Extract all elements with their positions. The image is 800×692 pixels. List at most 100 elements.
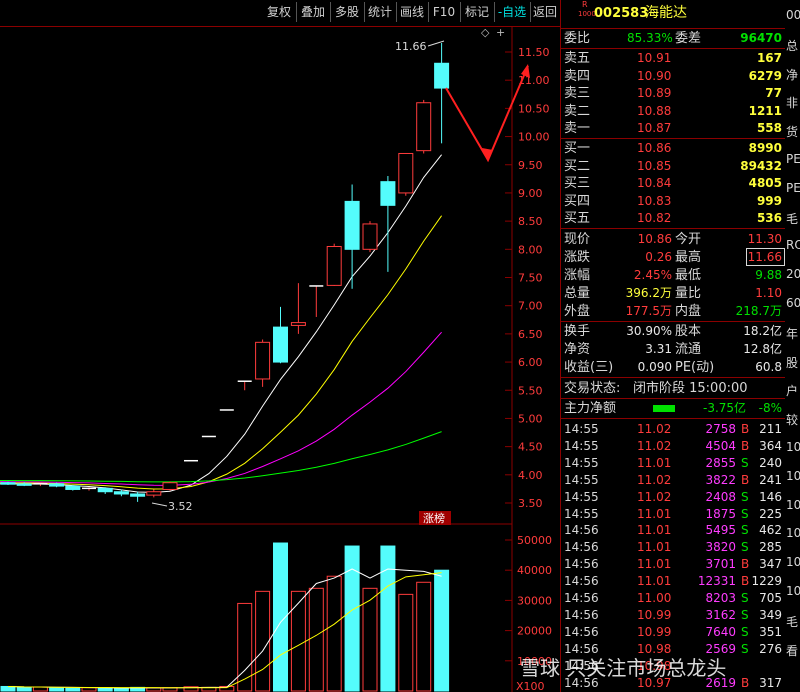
back-button[interactable]: 返回 — [530, 2, 560, 22]
volume-bar — [97, 687, 113, 692]
tick-row: 14:55 11.02 2408 S 146 — [564, 489, 782, 504]
watermark: 雪球 只关注市场总龙头 — [520, 656, 727, 680]
diamond-icon[interactable]: ◇ — [481, 26, 490, 39]
bid-level-4: 买四 10.83 999 — [564, 193, 782, 209]
plus-icon[interactable]: + — [496, 26, 505, 39]
volume-bar — [49, 687, 65, 692]
side-label: 年 — [786, 326, 799, 341]
side-label: 10 — [786, 584, 800, 598]
kline-chart[interactable]: 11.5011.0010.5010.009.509.008.508.007.50… — [0, 26, 560, 692]
volume-bar — [416, 581, 432, 692]
stock-badge-top: R — [582, 0, 588, 9]
high-price-label: 11.66 — [395, 40, 427, 53]
side-label: 10 — [786, 497, 800, 512]
arrow-head-down — [482, 148, 493, 162]
price-tick-label: 6.50 — [518, 328, 543, 341]
volume-bar — [380, 545, 396, 692]
watchlist-button[interactable]: -自选 — [494, 2, 531, 22]
volume-bar — [65, 687, 81, 692]
annotation-arrow — [445, 65, 529, 163]
ask-level-3: 卖三 10.89 77 — [564, 86, 782, 102]
stats-row-2: 收益(三) 0.090 PE(动) 60.8 — [564, 360, 782, 375]
high-value-box — [746, 248, 785, 266]
volume-bar — [398, 593, 414, 692]
tick-row: 14:56 10.99 7640 S 351 — [564, 624, 782, 639]
stock-header: R 1000 002583 海能达 — [561, 0, 786, 23]
candle-body — [97, 487, 113, 493]
candle-body — [416, 102, 432, 152]
candle-body — [0, 482, 16, 485]
price-tick-label: 6.00 — [518, 356, 543, 369]
price-tick-label: 8.00 — [518, 243, 543, 256]
multi-stock-button[interactable]: 多股 — [330, 2, 365, 22]
volume-bar — [0, 685, 16, 692]
volume-bar — [434, 569, 450, 692]
candle-body — [255, 341, 271, 380]
bid-level-1: 买一 10.86 8990 — [564, 141, 782, 156]
rank-tag: 涨榜 — [423, 511, 445, 525]
candle-body — [362, 223, 378, 250]
side-label: 00 — [786, 8, 800, 22]
volume-bar — [290, 590, 306, 692]
tick-row: 14:56 10.99 3162 S 349 — [564, 607, 782, 622]
draw-line-button[interactable]: 画线 — [396, 2, 429, 22]
side-label: 货 — [786, 125, 799, 140]
quote-panel: R 1000 002583 海能达 委比 85.33% 委差 96470 交易状… — [560, 0, 786, 692]
side-label: PE — [786, 180, 800, 195]
chart-toolbar: 复权 叠加 多股 统计 画线 F10 标记 -自选 返回 — [0, 0, 560, 27]
mark-button[interactable]: 标记 — [460, 2, 495, 22]
ask-level-2: 卖二 10.88 1211 — [564, 103, 782, 119]
side-label: PE — [786, 152, 800, 166]
volume-bar — [146, 687, 162, 692]
ma60-line — [0, 431, 442, 483]
candle-body — [273, 326, 288, 363]
volume-bar — [32, 686, 48, 692]
ask-level-1: 卖一 10.87 558 — [564, 121, 782, 137]
volume-bar — [326, 575, 342, 692]
stock-code: 002583 — [594, 6, 649, 21]
price-tick-label: 3.50 — [518, 497, 543, 510]
price-tick-label: 5.50 — [518, 384, 543, 397]
stats-button[interactable]: 统计 — [364, 2, 397, 22]
side-label: 净 — [786, 67, 799, 82]
price-tick-label: 11.50 — [518, 46, 550, 59]
side-label: 10 — [786, 555, 800, 570]
side-label: 毛 — [786, 211, 799, 226]
candles — [0, 42, 450, 502]
stock-name: 海能达 — [645, 5, 687, 21]
candle-body — [380, 181, 396, 206]
main-capital-row: 主力净额 -3.75亿 -8% — [564, 401, 782, 416]
volume-bar — [362, 587, 378, 692]
f10-button[interactable]: F10 — [428, 2, 461, 22]
overlay-button[interactable]: 叠加 — [296, 2, 331, 22]
volume-bar — [113, 687, 129, 692]
ask-level-5: 卖五 10.91 167 — [564, 51, 782, 66]
candle-body — [65, 485, 81, 490]
side-label: 10 — [786, 526, 800, 541]
low-pointer — [151, 502, 168, 507]
volume-tick-label: 40000 — [517, 564, 552, 577]
candle-body — [146, 491, 162, 496]
side-label: 10 — [786, 440, 800, 454]
quote-row-2: 涨幅 2.45% 最低 9.88 — [564, 268, 782, 283]
side-label: 看 — [786, 643, 799, 658]
price-axis-ticks: 11.5011.0010.5010.009.509.008.508.007.50… — [518, 46, 550, 510]
price-tick-label: 9.00 — [518, 187, 543, 200]
tick-row: 14:55 11.02 2758 B 211 — [564, 422, 782, 436]
fuquan-button[interactable]: 复权 — [262, 2, 297, 22]
stats-row-0: 换手 30.90% 股本 18.2亿 — [564, 324, 782, 339]
stats-row-1: 净资 3.31 流通 12.8亿 — [564, 342, 782, 357]
volume-bars — [0, 542, 450, 692]
price-tick-label: 8.50 — [518, 215, 543, 228]
side-label: RO — [786, 238, 800, 253]
candle-body — [434, 62, 450, 89]
quote-row-4: 外盘 177.5万 内盘 218.7万 — [564, 304, 782, 319]
ma-lines — [0, 154, 443, 493]
tick-row: 14:55 11.02 3822 B 241 — [564, 472, 782, 487]
candle-body — [290, 322, 306, 326]
tick-row: 14:56 11.01 3701 B 347 — [564, 557, 782, 572]
price-tick-label: 10.50 — [518, 102, 550, 115]
tick-row: 14:56 11.01 3820 S 285 — [564, 540, 782, 555]
price-tick-label: 7.00 — [518, 300, 543, 313]
capital-bar — [653, 405, 675, 412]
